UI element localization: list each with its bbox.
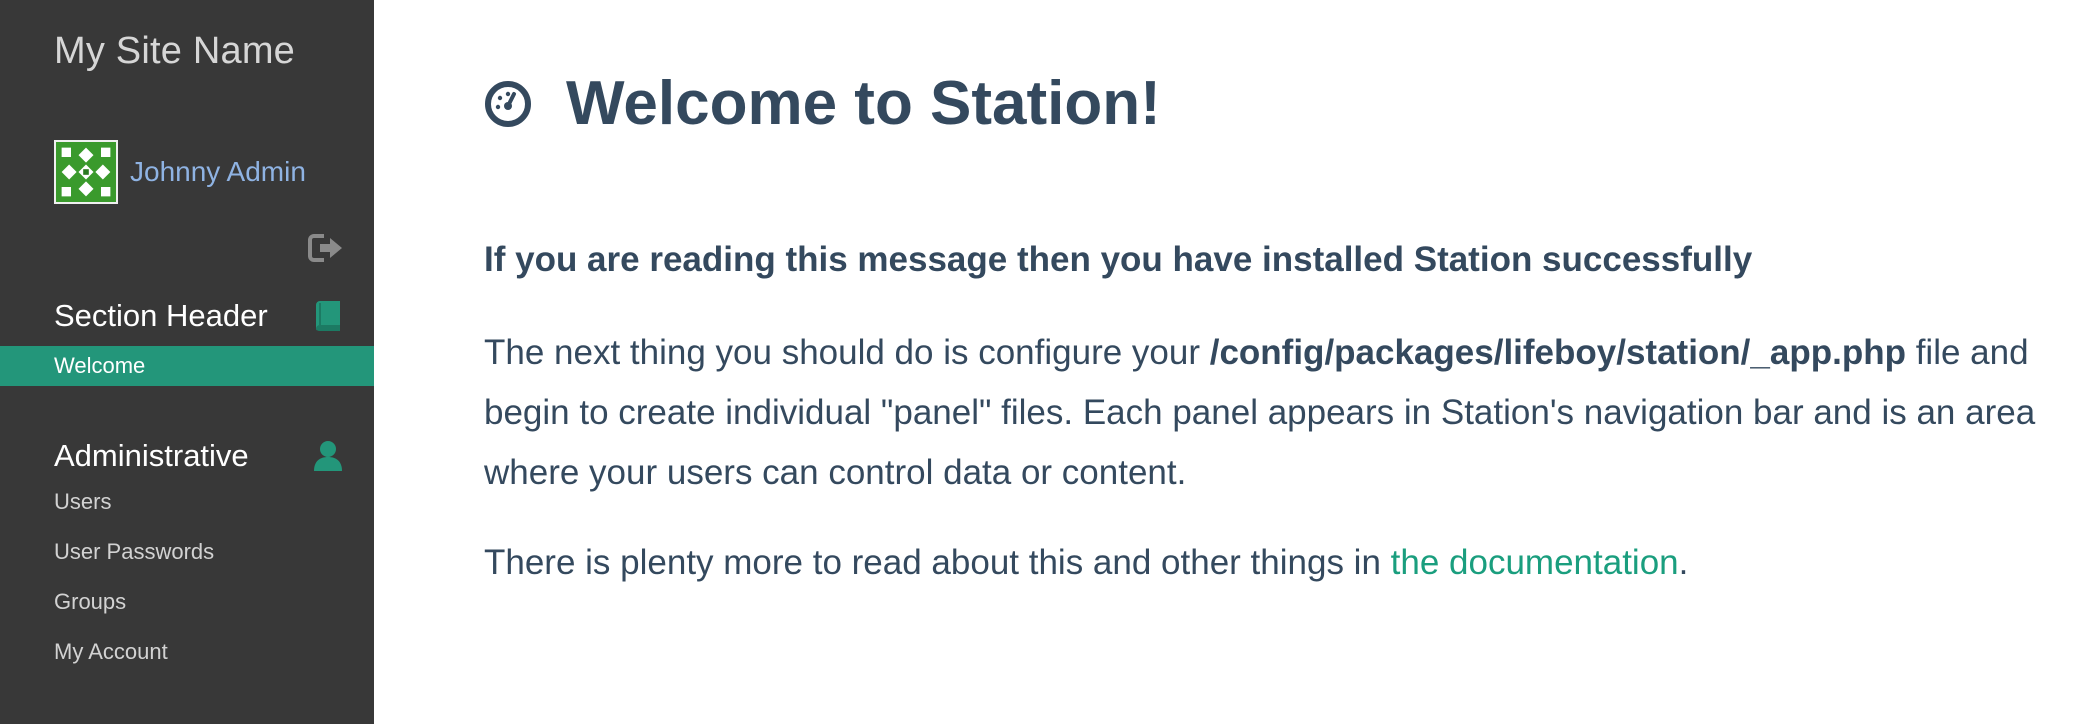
main-content: Welcome to Station! If you are reading t… <box>374 0 2076 724</box>
instructions-paragraph: The next thing you should do is configur… <box>484 323 2044 503</box>
documentation-paragraph: There is plenty more to read about this … <box>484 533 2044 593</box>
section-header-administrative: Administrative <box>54 434 344 478</box>
sidebar-item-user-passwords[interactable]: User Passwords <box>0 532 374 572</box>
user-profile-link[interactable]: Johnny Admin <box>54 140 306 204</box>
sidebar-item-welcome[interactable]: Welcome <box>0 346 374 386</box>
title-row: Welcome to Station! <box>484 68 1161 139</box>
instructions-text: The next thing you should do is configur… <box>484 333 1210 372</box>
book-icon <box>316 301 340 332</box>
documentation-period: . <box>1678 543 1689 582</box>
sidebar-item-groups[interactable]: Groups <box>0 582 374 622</box>
site-name-link[interactable]: My Site Name <box>54 30 295 73</box>
app: My Site Name Johnny Admin Section Header… <box>0 0 2076 724</box>
page-title: Welcome to Station! <box>566 69 1161 138</box>
user-name: Johnny Admin <box>130 156 306 187</box>
section-header-label: Administrative <box>54 438 249 473</box>
user-icon <box>314 441 342 471</box>
logout-icon[interactable] <box>308 232 344 264</box>
documentation-text: There is plenty more to read about this … <box>484 543 1391 582</box>
instructions-line-2: begin to create individual "panel" files… <box>484 393 2036 432</box>
dashboard-icon <box>485 80 531 127</box>
section-header-label: Section Header <box>54 298 268 333</box>
success-message: If you are reading this message then you… <box>484 240 1753 279</box>
sidebar-item-my-account[interactable]: My Account <box>0 632 374 672</box>
instructions-text: file and <box>1905 333 2029 372</box>
sidebar-item-users[interactable]: Users <box>0 482 374 522</box>
avatar <box>54 140 118 204</box>
documentation-link[interactable]: the documentation <box>1391 543 1679 582</box>
section-header: Section Header <box>54 294 344 338</box>
instructions-line-3: where your users can control data or con… <box>484 453 1187 492</box>
config-path: /config/packages/lifeboy/station/_app.ph… <box>1209 333 1906 372</box>
sidebar: My Site Name Johnny Admin Section Header… <box>0 0 374 724</box>
instructions-line-1: The next thing you should do is configur… <box>484 323 2044 383</box>
